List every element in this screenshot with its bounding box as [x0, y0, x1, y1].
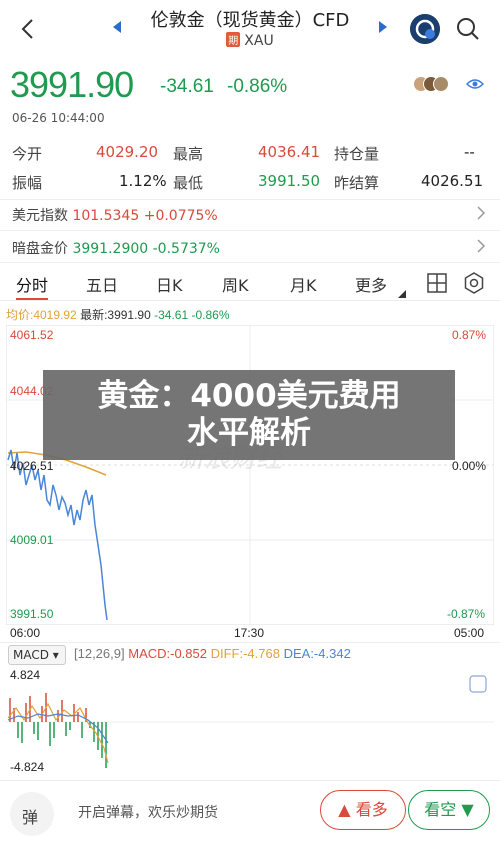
- chart-tabs: 分时 五日 日K 周K 月K 更多: [0, 268, 500, 300]
- stat-value: 3991.50: [258, 172, 321, 190]
- x-axis-label: 05:00: [454, 626, 485, 640]
- stat-label: 今开: [12, 145, 43, 163]
- tab-intraday[interactable]: 分时: [16, 272, 48, 296]
- macd-top-label: 4.824: [10, 668, 41, 682]
- price-change: -34.61: [160, 76, 214, 97]
- tab-weekly-k[interactable]: 周K: [222, 272, 249, 296]
- y-axis-label: 4026.51: [10, 459, 54, 473]
- danmu-input[interactable]: 开启弹幕，欢乐炒期货: [78, 802, 218, 822]
- stat-value: 4036.41: [258, 143, 321, 161]
- macd-params: [12,26,9]: [74, 646, 125, 661]
- layout-grid-icon[interactable]: [426, 272, 448, 294]
- stat-value: --: [464, 143, 475, 161]
- follower-avatars[interactable]: [413, 76, 461, 92]
- index-value: 101.5345: [72, 208, 140, 224]
- stat-label: 最低: [173, 174, 204, 192]
- bearish-button[interactable]: 看空 ▼: [408, 790, 490, 830]
- avg-price-label: 均价:4019.92: [6, 308, 77, 322]
- price-change-pct: -0.86%: [227, 76, 288, 97]
- x-axis-label: 06:00: [10, 626, 41, 640]
- stat-label: 持仓量: [334, 145, 380, 163]
- chevron-right-icon: [477, 206, 486, 220]
- headline-line: 黄金：4000美元费用: [97, 378, 401, 414]
- y-axis-label: 4009.01: [10, 533, 54, 547]
- headline-line: 水平解析: [187, 415, 311, 451]
- y-axis-label: 4061.52: [10, 328, 54, 342]
- pct-axis-label: -0.87%: [447, 607, 486, 621]
- tab-monthly-k[interactable]: 月K: [290, 272, 317, 296]
- current-price: 3991.90: [10, 64, 134, 105]
- y-axis-label: 3991.50: [10, 607, 54, 621]
- x-axis-label: 17:30: [234, 626, 265, 640]
- quote-timestamp: 06-26 10:44:00: [12, 111, 105, 125]
- stat-label: 最高: [173, 145, 204, 163]
- dea-value: DEA:-4.342: [283, 646, 351, 661]
- macd-bottom-label: -4.824: [10, 760, 45, 774]
- danmu-icon: 弹: [22, 808, 39, 827]
- macd-value: MACD:-0.852: [128, 646, 207, 661]
- stat-value: 4026.51: [421, 172, 484, 190]
- headline-overlay: 黄金：4000美元费用 水平解析: [43, 370, 455, 460]
- ai-assistant-icon[interactable]: [410, 14, 440, 44]
- chart-legend: 均价:4019.92 最新:3991.90 -34.61 -0.86%: [6, 306, 230, 323]
- symbol: XAU: [244, 33, 274, 49]
- indicator-selector[interactable]: MACD ▾: [8, 645, 66, 665]
- index-label: 美元指数: [12, 208, 68, 224]
- index-change: -0.5737%: [152, 241, 220, 257]
- chevron-right-icon: [477, 239, 486, 253]
- settings-gear-icon[interactable]: [463, 272, 485, 294]
- stat-label: 振幅: [12, 174, 43, 192]
- macd-values: [12,26,9] MACD:-0.852 DIFF:-4.768 DEA:-4…: [74, 646, 351, 661]
- latest-change-label: -34.61: [154, 308, 189, 322]
- stat-label: 昨结算: [334, 174, 380, 192]
- danmu-toggle[interactable]: 弹: [10, 792, 54, 836]
- index-label: 暗盘金价: [12, 241, 68, 257]
- latest-price-label: 最新:3991.90: [80, 308, 151, 322]
- search-icon[interactable]: [455, 16, 481, 42]
- qi-badge: 期: [226, 32, 241, 47]
- pct-axis-label: 0.87%: [452, 328, 487, 342]
- index-change: +0.0775%: [143, 208, 218, 224]
- index-value: 3991.2900: [72, 241, 149, 257]
- stat-value: 1.12%: [119, 172, 167, 190]
- diff-value: DIFF:-4.768: [210, 646, 280, 661]
- macd-chart[interactable]: [6, 668, 494, 776]
- next-instrument-icon[interactable]: [376, 20, 390, 34]
- bullish-button[interactable]: ▲ 看多: [320, 790, 406, 830]
- macd-histogram: [9, 693, 107, 768]
- latest-pct-label: -0.86%: [191, 308, 230, 322]
- tab-five-day[interactable]: 五日: [86, 272, 118, 296]
- dropdown-corner-icon: [398, 290, 406, 298]
- header: 伦敦金（现货黄金）CFD 期 XAU: [0, 0, 500, 60]
- tab-more[interactable]: 更多: [355, 272, 387, 296]
- stat-value: 4029.20: [96, 143, 159, 161]
- bottom-bar: 弹 开启弹幕，欢乐炒期货 ▲ 看多 看空 ▼: [0, 786, 500, 846]
- pct-axis-label: 0.00%: [452, 459, 487, 473]
- eye-icon[interactable]: [466, 76, 484, 92]
- tab-daily-k[interactable]: 日K: [156, 272, 183, 296]
